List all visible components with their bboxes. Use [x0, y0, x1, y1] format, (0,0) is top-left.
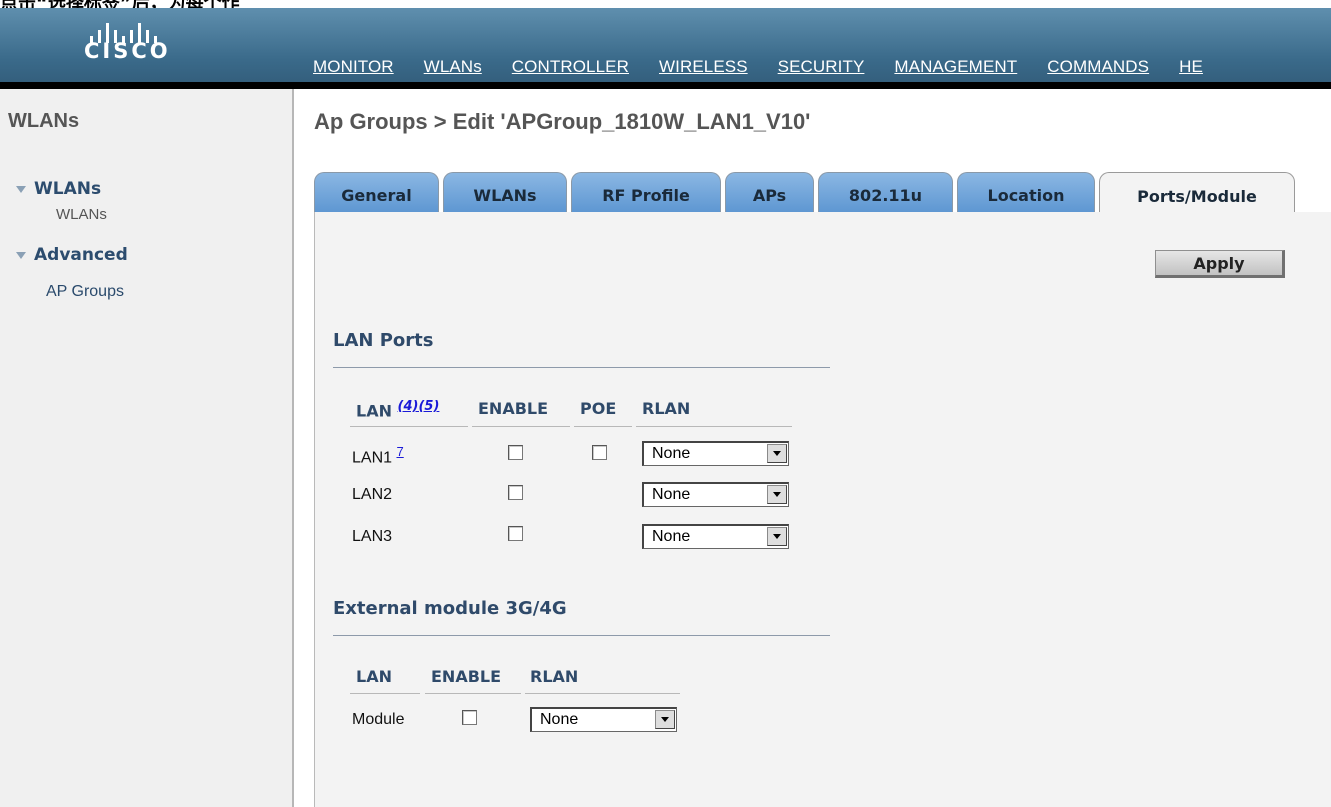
tab-location[interactable]: Location — [957, 172, 1095, 212]
tab-wlans[interactable]: WLANs — [443, 172, 567, 212]
nav-monitor[interactable]: MONITOR — [298, 57, 409, 83]
sidebar-section-wlans[interactable]: WLANs — [16, 179, 101, 199]
nav-controller[interactable]: CONTROLLER — [497, 57, 644, 83]
tab-ports-module[interactable]: Ports/Module — [1099, 172, 1295, 213]
apply-button[interactable]: Apply — [1155, 250, 1285, 278]
col-header-enable: ENABLE — [478, 399, 549, 418]
lan-ports-title: LAN Ports — [333, 330, 434, 351]
module-enable-checkbox[interactable] — [462, 710, 477, 725]
header-underline — [425, 693, 521, 694]
nav-wireless[interactable]: WIRELESS — [644, 57, 763, 83]
chevron-down-icon — [16, 185, 26, 193]
lan1-label: LAN1 7 — [352, 444, 404, 467]
top-caption: 点击“选择标签”后，为每个作 — [0, 0, 1331, 8]
external-module-divider — [333, 635, 830, 636]
col-header-lan: LAN (4)(5) — [356, 399, 440, 421]
lan1-footnote-link[interactable]: 7 — [396, 444, 403, 459]
col-header-rlan: RLAN — [642, 399, 691, 418]
sidebar-section-label: Advanced — [34, 245, 128, 265]
nav-help[interactable]: HE — [1164, 57, 1218, 83]
cisco-logo: CISCO — [76, 16, 206, 82]
col-header-poe: POE — [580, 399, 617, 418]
tab-aps[interactable]: APs — [725, 172, 814, 212]
col-header-lan: LAN — [356, 667, 392, 686]
sidebar-title: WLANs — [8, 110, 80, 132]
tab-bar: General WLANs RF Profile APs 802.11u Loc… — [314, 172, 1295, 213]
nav-commands[interactable]: COMMANDS — [1032, 57, 1164, 83]
header-underline — [525, 693, 680, 694]
sidebar: WLANs WLANs WLANs Advanced AP Groups — [0, 89, 294, 807]
header-divider — [0, 82, 1331, 89]
top-caption-text: 点击“选择标签”后，为每个作 — [0, 0, 240, 8]
page-title: Ap Groups > Edit 'APGroup_1810W_LAN1_V10… — [314, 109, 811, 134]
header-underline — [350, 693, 420, 694]
external-module-title: External module 3G/4G — [333, 598, 567, 619]
lan-footnote-link[interactable]: (4)(5) — [398, 399, 440, 414]
header-underline — [636, 426, 792, 427]
lan1-poe-checkbox[interactable] — [592, 445, 607, 460]
module-label: Module — [352, 711, 405, 728]
lan3-rlan-select[interactable]: None — [642, 524, 789, 549]
header-underline — [472, 426, 570, 427]
tab-general[interactable]: General — [314, 172, 439, 212]
sidebar-item-wlans[interactable]: WLANs — [56, 206, 107, 223]
main-content: Ap Groups > Edit 'APGroup_1810W_LAN1_V10… — [296, 89, 1331, 807]
cisco-wordmark: CISCO — [84, 39, 171, 63]
main-nav: MONITOR WLANs CONTROLLER WIRELESS SECURI… — [298, 57, 1218, 83]
lan1-rlan-select[interactable]: None — [642, 441, 789, 466]
header-underline — [574, 426, 632, 427]
nav-wlans[interactable]: WLANs — [409, 57, 497, 83]
lan-ports-divider — [333, 367, 830, 368]
header-bar: CISCO MONITOR WLANs CONTROLLER WIRELESS … — [0, 8, 1331, 82]
dropdown-arrow-icon — [767, 527, 787, 546]
col-header-rlan: RLAN — [530, 667, 579, 686]
module-rlan-select[interactable]: None — [530, 707, 677, 732]
lan1-enable-checkbox[interactable] — [508, 445, 523, 460]
dropdown-arrow-icon — [767, 485, 787, 504]
nav-security[interactable]: SECURITY — [763, 57, 880, 83]
col-header-enable: ENABLE — [431, 667, 502, 686]
sidebar-item-ap-groups[interactable]: AP Groups — [46, 283, 124, 301]
lan3-label: LAN3 — [352, 528, 393, 545]
tab-802-11u[interactable]: 802.11u — [818, 172, 953, 212]
lan2-label: LAN2 — [352, 486, 393, 503]
dropdown-arrow-icon — [767, 444, 787, 463]
lan2-enable-checkbox[interactable] — [508, 485, 523, 500]
chevron-down-icon — [16, 251, 26, 259]
nav-management[interactable]: MANAGEMENT — [879, 57, 1032, 83]
lan2-rlan-select[interactable]: None — [642, 482, 789, 507]
dropdown-arrow-icon — [655, 710, 675, 729]
sidebar-section-advanced[interactable]: Advanced — [16, 245, 128, 265]
lan3-enable-checkbox[interactable] — [508, 526, 523, 541]
tab-panel: Apply LAN Ports LAN (4)(5) ENABLE POE RL… — [314, 212, 1331, 807]
header-underline — [350, 426, 468, 427]
tab-rf-profile[interactable]: RF Profile — [571, 172, 721, 212]
sidebar-section-label: WLANs — [34, 179, 102, 199]
